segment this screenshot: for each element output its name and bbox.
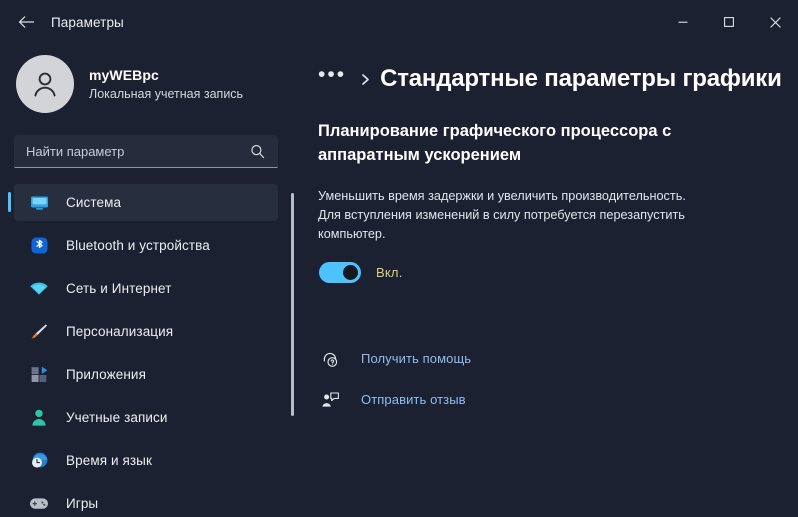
sidebar: myWEBpc Локальная учетная запись Найти п…	[0, 44, 292, 517]
sidebar-item-label: Игры	[66, 496, 99, 511]
back-button[interactable]	[9, 7, 43, 37]
settings-window: Параметры myWEBpc Локальная учетная запи…	[0, 0, 798, 517]
accounts-person-icon	[28, 408, 50, 428]
account-name: myWEBpc	[89, 66, 159, 83]
section-description: Уменьшить время задержки и увеличить про…	[318, 188, 686, 242]
wifi-icon	[28, 279, 50, 299]
section-heading: Планирование графического процессора с а…	[318, 122, 672, 164]
account-text: myWEBpc Локальная учетная запись	[89, 66, 243, 103]
chevron-right-icon	[360, 73, 371, 86]
gpu-scheduling-toggle-row: Вкл.	[319, 261, 798, 283]
clock-globe-icon	[28, 451, 50, 471]
sidebar-item-gaming[interactable]: Игры	[14, 485, 278, 517]
sidebar-item-label: Сеть и Интернет	[66, 281, 172, 296]
sidebar-nav: Система Bluetooth и устройства Сеть и Ин…	[0, 184, 292, 517]
get-help-link[interactable]: Получить помощь	[319, 342, 798, 376]
help-headset-icon	[319, 348, 341, 370]
sidebar-item-personalization[interactable]: Персонализация	[14, 313, 278, 350]
title-bar: Параметры	[0, 0, 798, 44]
page-title: Стандартные параметры графики	[380, 65, 782, 92]
toggle-knob	[343, 264, 358, 280]
feedback-person-icon	[319, 389, 341, 411]
account-type: Локальная учетная запись	[89, 86, 244, 101]
app-title: Параметры	[51, 14, 124, 30]
toggle-state-label: Вкл.	[376, 264, 403, 280]
sidebar-item-bluetooth[interactable]: Bluetooth и устройства	[14, 227, 278, 264]
sidebar-item-label: Персонализация	[66, 324, 174, 339]
sidebar-item-label: Учетные записи	[66, 410, 168, 425]
breadcrumb: ••• Стандартные параметры графики	[300, 60, 798, 98]
link-label: Отправить отзыв	[361, 392, 466, 408]
sidebar-item-system[interactable]: Система	[8, 184, 278, 221]
close-button[interactable]	[752, 0, 798, 44]
scrollbar-thumb[interactable]	[291, 193, 294, 416]
gamepad-icon	[28, 494, 50, 514]
sidebar-item-network[interactable]: Сеть и Интернет	[14, 270, 278, 307]
main-content: ••• Стандартные параметры графики Планир…	[300, 44, 798, 517]
window-controls	[660, 0, 798, 44]
sidebar-item-label: Bluetooth и устройства	[66, 238, 210, 253]
paintbrush-icon	[28, 322, 50, 342]
system-monitor-icon	[28, 193, 50, 213]
sidebar-item-label: Приложения	[66, 367, 146, 382]
send-feedback-link[interactable]: Отправить отзыв	[319, 383, 798, 417]
search-input[interactable]	[26, 143, 250, 159]
search-box[interactable]	[14, 135, 278, 168]
gpu-scheduling-toggle[interactable]	[319, 261, 361, 283]
link-label: Получить помощь	[361, 351, 472, 367]
sidebar-item-time-language[interactable]: Время и язык	[14, 442, 278, 479]
sidebar-item-apps[interactable]: Приложения	[14, 356, 278, 393]
breadcrumb-overflow-button[interactable]: •••	[318, 64, 346, 85]
minimize-button[interactable]	[660, 0, 706, 44]
help-links: Получить помощь Отправить отзыв	[319, 342, 798, 417]
content-scrollbar[interactable]	[290, 193, 295, 416]
account-card[interactable]: myWEBpc Локальная учетная запись	[16, 55, 292, 113]
sidebar-item-label: Система	[66, 195, 122, 210]
search-icon	[250, 144, 265, 159]
apps-icon	[28, 365, 50, 385]
avatar	[16, 55, 74, 113]
sidebar-item-accounts[interactable]: Учетные записи	[14, 399, 278, 436]
bluetooth-icon	[28, 236, 50, 256]
maximize-button[interactable]	[706, 0, 752, 44]
sidebar-item-label: Время и язык	[66, 453, 152, 468]
